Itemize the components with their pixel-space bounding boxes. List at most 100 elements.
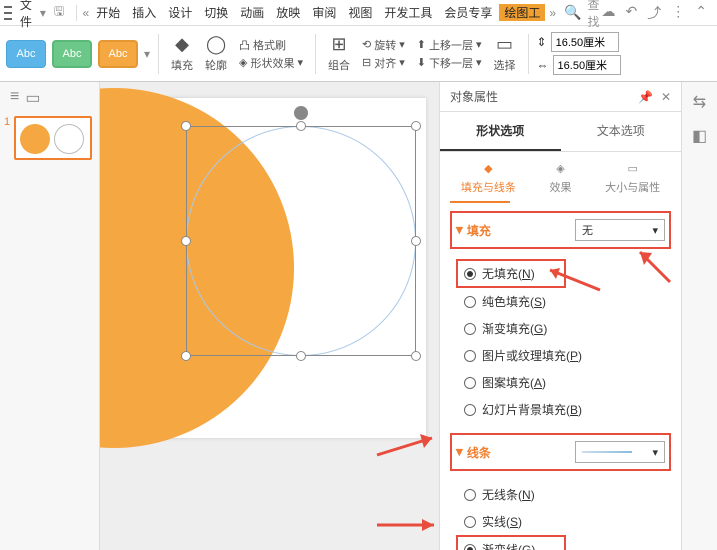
fill-none-option[interactable]: 无填充(N) xyxy=(456,259,566,288)
style-preset-1[interactable]: Abc xyxy=(6,40,46,68)
fill-button[interactable]: ◆ 填充 xyxy=(167,34,197,73)
line-type-dropdown[interactable]: ▾ xyxy=(575,441,665,463)
fill-icon: ◆ xyxy=(175,34,189,55)
side-toolbar: ⇆ ◧ xyxy=(681,82,717,550)
chevron-down-icon: ▾ xyxy=(652,446,658,459)
tab-view[interactable]: 视图 xyxy=(343,4,377,21)
down-icon: ⬇ xyxy=(417,56,426,69)
share-icon[interactable]: ⤴ xyxy=(647,3,661,23)
handle-nw[interactable] xyxy=(181,121,191,131)
line-section-header[interactable]: 线条 ▾ xyxy=(450,433,671,471)
thumb-circle-1 xyxy=(20,124,50,154)
thumbnail-panel: ≡ ▭ 1 xyxy=(0,82,100,550)
handle-s[interactable] xyxy=(296,351,306,361)
rotate-button[interactable]: ⟲旋转▾ xyxy=(362,37,405,53)
tab-drawing-tools[interactable]: 绘图工 xyxy=(499,4,545,21)
tab-design[interactable]: 设计 xyxy=(163,4,197,21)
move-down-button[interactable]: ⬇下移一层▾ xyxy=(417,55,482,71)
outline-view-icon[interactable]: ≡ xyxy=(10,88,19,108)
line-options: 无线条(N) 实线(S) 渐变线(G) xyxy=(450,477,671,550)
save-icon[interactable]: 🖫 xyxy=(54,2,64,23)
pin-icon[interactable]: 📌 xyxy=(638,90,653,104)
slide-number: 1 xyxy=(4,116,10,128)
width-input[interactable] xyxy=(553,55,621,75)
style-preset-3[interactable]: Abc xyxy=(98,40,138,68)
handle-n[interactable] xyxy=(296,121,306,131)
move-up-button[interactable]: ⬆上移一层▾ xyxy=(417,37,482,53)
radio-checked-icon xyxy=(464,544,476,550)
fill-slidebg-option[interactable]: 幻灯片背景填充(B) xyxy=(464,396,671,423)
tool-icon-1[interactable]: ⇆ xyxy=(693,92,706,112)
height-input[interactable] xyxy=(551,32,619,52)
gallery-more-icon[interactable]: ▾ xyxy=(144,47,150,61)
up-icon: ⬆ xyxy=(417,38,426,51)
align-button[interactable]: ⊟对齐▾ xyxy=(362,55,405,71)
handle-sw[interactable] xyxy=(181,351,191,361)
format-brush-button[interactable]: 凸格式刷 xyxy=(239,37,303,53)
more-icon[interactable]: ⋮ xyxy=(671,3,685,23)
radio-icon xyxy=(464,516,476,528)
radio-icon xyxy=(464,323,476,335)
close-panel-icon[interactable]: ✕ xyxy=(661,90,671,104)
file-menu[interactable]: 文件 xyxy=(20,0,32,30)
cloud-icon[interactable]: ☁ xyxy=(602,3,616,23)
search-icon[interactable]: 🔍 xyxy=(564,4,581,21)
handle-ne[interactable] xyxy=(411,121,421,131)
file-dropdown-icon[interactable]: ▾ xyxy=(40,6,46,20)
outline-button[interactable]: ◯ 轮廓 xyxy=(201,34,231,73)
hamburger-icon[interactable] xyxy=(4,6,12,20)
fill-gradient-option[interactable]: 渐变填充(G) xyxy=(464,315,671,342)
subtab-effect[interactable]: ◈ 效果 xyxy=(549,162,571,195)
tab-member[interactable]: 会员专享 xyxy=(439,4,497,21)
tab-start[interactable]: 开始 xyxy=(91,4,125,21)
radio-checked-icon xyxy=(464,268,476,280)
size-inputs: ⇕ ⇔ xyxy=(537,32,621,75)
line-none-option[interactable]: 无线条(N) xyxy=(464,481,671,508)
tab-insert[interactable]: 插入 xyxy=(127,4,161,21)
selection-box xyxy=(186,126,416,356)
collapse-icon[interactable]: ⌃ xyxy=(695,3,707,23)
chevron-down-icon: ▾ xyxy=(652,224,658,237)
subtab-fill-line[interactable]: ◆ 填充与线条 xyxy=(461,162,516,195)
menubar-right-icons: ☁ ↶ ⤴ ⋮ ⌃ xyxy=(602,3,713,23)
shape-effect-button[interactable]: ◈形状效果▾ xyxy=(239,55,303,71)
select-button[interactable]: ▭ 选择 xyxy=(490,34,520,73)
nav-right-icon[interactable]: » xyxy=(549,6,556,20)
handle-se[interactable] xyxy=(411,351,421,361)
undo-icon[interactable]: ↶ xyxy=(626,3,638,23)
tab-review[interactable]: 审阅 xyxy=(307,4,341,21)
handle-w[interactable] xyxy=(181,236,191,246)
line-solid-option[interactable]: 实线(S) xyxy=(464,508,671,535)
tab-animation[interactable]: 动画 xyxy=(235,4,269,21)
handle-e[interactable] xyxy=(411,236,421,246)
tool-icon-2[interactable]: ◧ xyxy=(692,126,707,146)
canvas[interactable] xyxy=(100,82,439,550)
fill-pattern-option[interactable]: 图案填充(A) xyxy=(464,369,671,396)
tab-transition[interactable]: 切换 xyxy=(199,4,233,21)
slide xyxy=(114,98,426,438)
slide-view-icon[interactable]: ▭ xyxy=(25,88,40,108)
radio-icon xyxy=(464,350,476,362)
line-preview xyxy=(582,451,632,453)
rotation-handle[interactable] xyxy=(294,106,308,120)
tab-slideshow[interactable]: 放映 xyxy=(271,4,305,21)
fill-options: 无填充(N) 纯色填充(S) 渐变填充(G) 图片或纹理填充(P) 图案填充(A… xyxy=(450,255,671,433)
subtab-size[interactable]: ▭ 大小与属性 xyxy=(605,162,660,195)
fill-solid-option[interactable]: 纯色填充(S) xyxy=(464,288,671,315)
height-icon: ⇕ xyxy=(537,35,547,49)
tab-shape-options[interactable]: 形状选项 xyxy=(440,112,561,151)
slide-thumbnail-1[interactable] xyxy=(14,116,92,160)
line-gradient-option[interactable]: 渐变线(G) xyxy=(456,535,566,550)
fill-type-dropdown[interactable]: 无 ▾ xyxy=(575,219,665,241)
properties-panel: 对象属性 📌 ✕ 形状选项 文本选项 ◆ 填充与线条 ◈ 效果 ▭ 大小与属性 xyxy=(439,82,681,550)
group-button[interactable]: ⊞ 组合 xyxy=(324,34,354,73)
tab-text-options[interactable]: 文本选项 xyxy=(561,112,682,151)
outline-icon: ◯ xyxy=(206,34,226,55)
tab-dev[interactable]: 开发工具 xyxy=(379,4,437,21)
fill-section-header[interactable]: 填充 无 ▾ xyxy=(450,211,671,249)
search-placeholder[interactable]: 查找 xyxy=(588,0,600,30)
fill-picture-option[interactable]: 图片或纹理填充(P) xyxy=(464,342,671,369)
style-preset-2[interactable]: Abc xyxy=(52,40,92,68)
line-section-title: 线条 xyxy=(456,444,491,461)
nav-left-icon[interactable]: « xyxy=(83,6,90,20)
